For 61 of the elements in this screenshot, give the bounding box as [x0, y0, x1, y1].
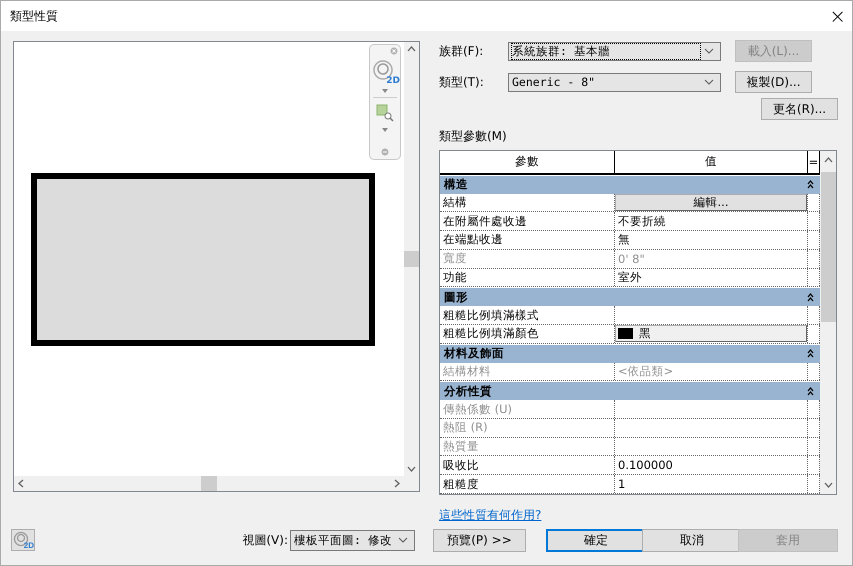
group-header[interactable]: 材料及飾面: [440, 344, 820, 363]
dropdown-icon: [704, 48, 714, 54]
close-icon[interactable]: [390, 47, 398, 55]
color-button[interactable]: 黑: [615, 325, 807, 342]
view-dropdown[interactable]: 樓板平面圖: 修改: [290, 530, 415, 550]
dropdown-icon[interactable]: [382, 128, 388, 132]
column-header: 值: [615, 151, 808, 173]
scrollbar-thumb[interactable]: [820, 172, 836, 322]
dropdown-icon[interactable]: [382, 89, 388, 93]
section-label: 類型參數(M): [439, 128, 508, 145]
close-button[interactable]: ×: [829, 6, 846, 26]
collapse-icon: [807, 292, 814, 302]
help-link[interactable]: 這些性質有何作用?: [439, 507, 542, 524]
rename-button[interactable]: 更名(R)...: [761, 98, 838, 120]
type-dropdown[interactable]: Generic - 8": [508, 72, 721, 92]
parameter-name: 寬度: [440, 250, 615, 268]
collapse-icon: [807, 180, 814, 190]
scrollbar[interactable]: [820, 151, 836, 494]
parameter-value: 1: [615, 475, 808, 494]
parameter-name: 在端點收邊: [440, 231, 615, 249]
dropdown-icon: [398, 537, 408, 543]
scrollbar-thumb[interactable]: [404, 251, 419, 267]
parameter-name: 功能: [440, 268, 615, 286]
vertical-scrollbar[interactable]: [404, 42, 419, 476]
parameter-name: 熱阻 (R): [440, 418, 615, 437]
parameter-name: 吸收比: [440, 456, 615, 474]
collapse-icon: [807, 349, 814, 358]
parameter-value: 0' 8": [615, 250, 808, 268]
scrollbar-thumb[interactable]: [201, 476, 217, 491]
horizontal-scrollbar[interactable]: [14, 476, 404, 491]
group-title: 材料及飾面: [444, 346, 504, 362]
preview-button[interactable]: 預覽(P) >>: [433, 528, 526, 552]
parameter-value: 不要折繞: [615, 212, 808, 230]
parameter-value: 無: [615, 231, 808, 249]
parameter-name: 粗糙比例填滿樣式: [440, 306, 615, 324]
column-header: 參數: [440, 151, 615, 173]
field-label: 視圖(V):: [242, 532, 288, 548]
parameter-name: 傳熱係數 (U): [440, 400, 615, 418]
group-header[interactable]: 構造: [440, 176, 820, 194]
family-dropdown[interactable]: 系統族群: 基本牆: [508, 42, 721, 60]
group-header[interactable]: 圖形: [440, 288, 820, 306]
parameter-name: 熱質量: [440, 438, 615, 456]
parameter-value: 0.100000: [615, 456, 808, 474]
edit-button[interactable]: 編輯...: [615, 194, 807, 211]
field-label: 族群(F):: [439, 42, 484, 60]
parameter-value: 室外: [615, 268, 808, 286]
parameter-name: 在附屬件處收邊: [440, 212, 615, 230]
group-title: 構造: [444, 177, 468, 192]
parameter-name: 結構材料: [440, 362, 615, 380]
zoom-region-icon[interactable]: [376, 104, 394, 122]
parameter-value: <依品類>: [615, 362, 808, 380]
window-title: 類型性質: [10, 8, 58, 24]
minimize-icon[interactable]: [381, 148, 389, 156]
field-label: 類型(T):: [439, 74, 485, 90]
parameter-name: 粗糙度: [440, 475, 615, 494]
collapse-icon: [807, 386, 814, 396]
group-title: 分析性質: [444, 384, 492, 399]
dropdown-icon: [704, 79, 714, 85]
duplicate-button[interactable]: 複製(D)...: [735, 71, 812, 93]
group-header[interactable]: 分析性質: [440, 382, 820, 400]
group-title: 圖形: [444, 290, 468, 305]
